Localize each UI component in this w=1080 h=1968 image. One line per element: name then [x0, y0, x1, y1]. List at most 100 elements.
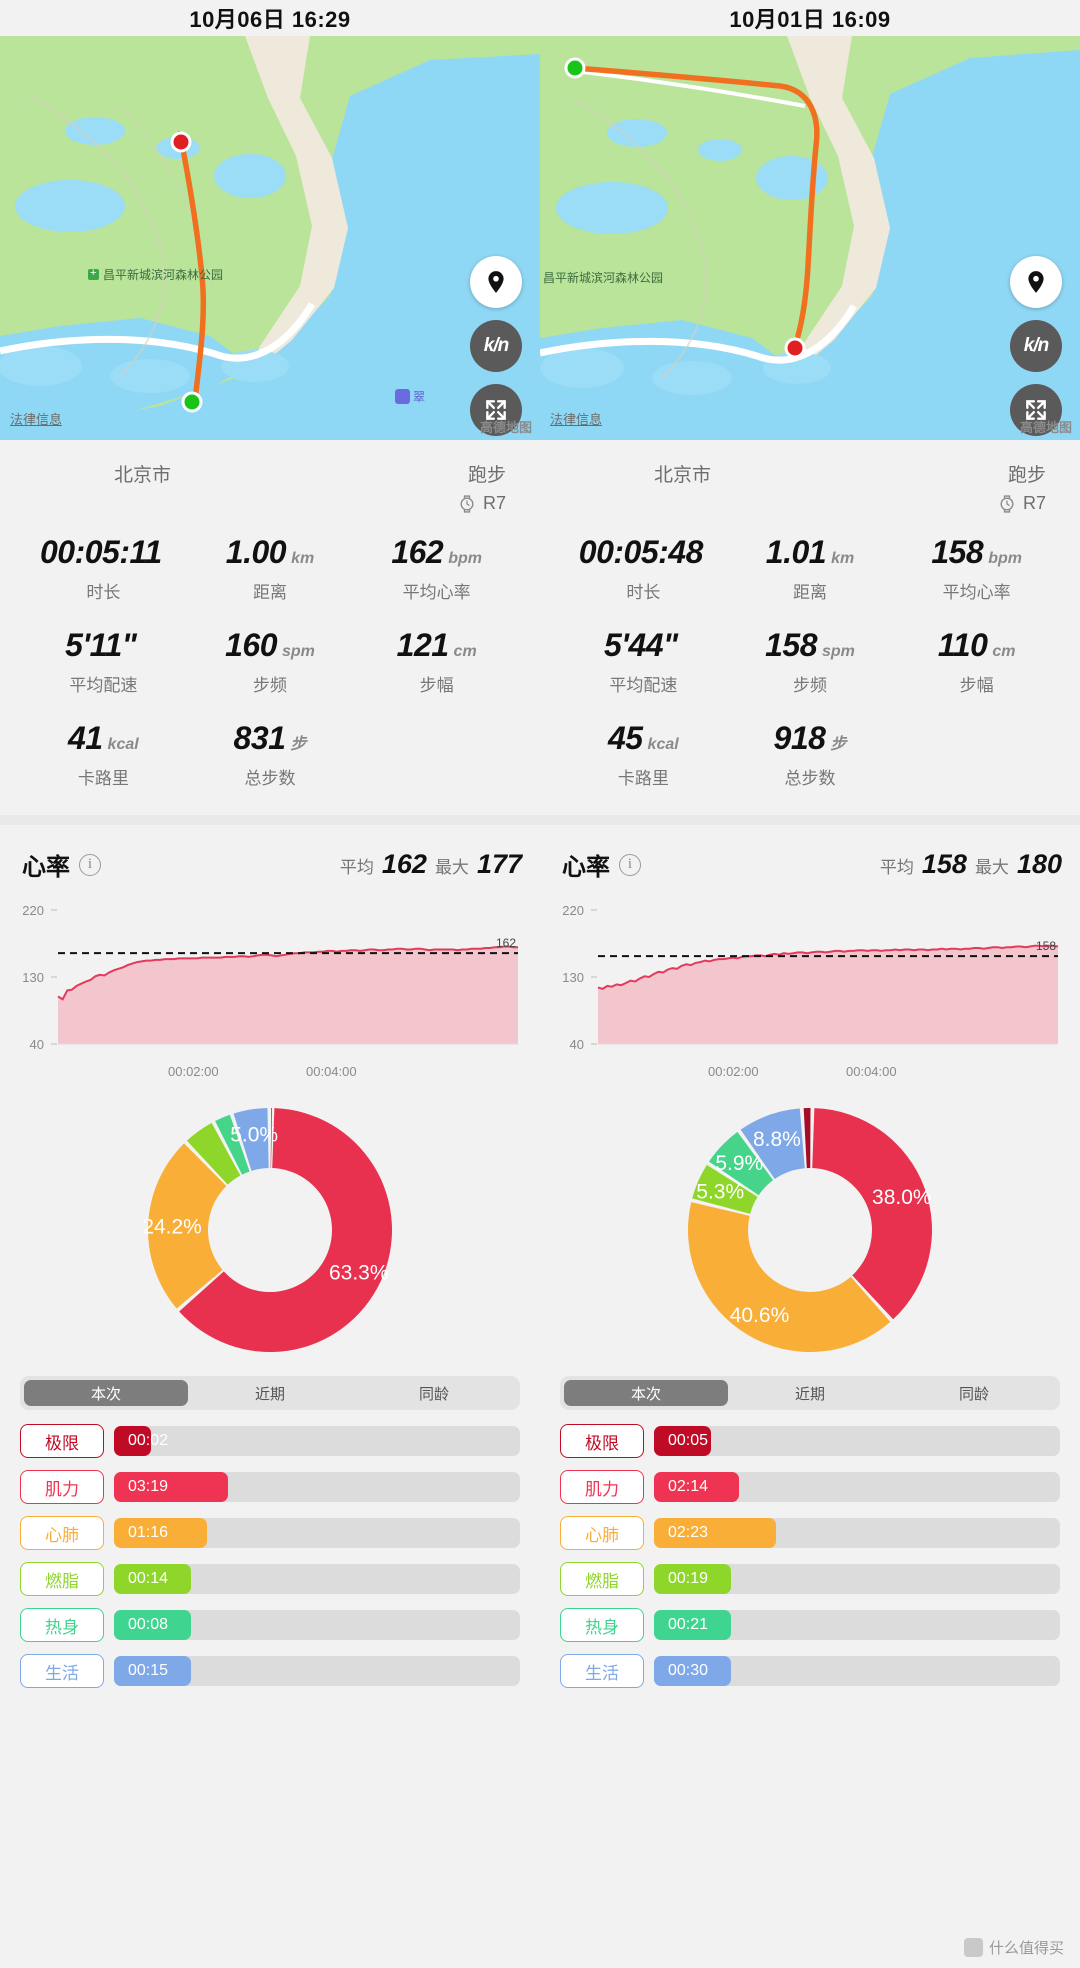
svg-text:5.3%: 5.3% — [696, 1181, 744, 1204]
device-block-right: R7 — [997, 493, 1046, 514]
metric-value: 162 — [391, 534, 444, 570]
metric-label: 距离 — [792, 583, 827, 602]
zone-name-tag: 极限 — [20, 1424, 104, 1458]
metric-value: 121 — [396, 627, 449, 663]
metric-label: 平均心率 — [402, 583, 471, 602]
tab-recent-right[interactable]: 近期 — [728, 1380, 892, 1406]
legal-info-link-right[interactable]: 法律信息 — [550, 409, 602, 428]
locate-button-left[interactable] — [470, 256, 522, 308]
metric-label: 卡路里 — [617, 769, 669, 788]
zone-name-tag: 肌力 — [20, 1470, 104, 1504]
metric-label: 时长 — [86, 583, 121, 602]
zone-panel-left: 本次 近期 同龄 极限 00:02 肌力 03:19 心肺 01:16 燃脂 00:14 热身 0… — [0, 1370, 540, 1702]
tab-recent-left[interactable]: 近期 — [188, 1380, 352, 1406]
hr-zone-donut-left: 63.3% 24.2% 5.0% — [142, 1108, 392, 1352]
zone-name-tag: 心肺 — [560, 1516, 644, 1550]
zone-name-tag: 心肺 — [20, 1516, 104, 1550]
metric-value: 5'44" — [603, 627, 678, 663]
metric-unit: cm — [992, 643, 1016, 660]
metrics-grid-left: 00:05:11 时长 1.00 km 距离 162 bpm 平均心率 5'11" 平均配速… — [0, 520, 540, 789]
device-name-right: R7 — [1022, 493, 1046, 513]
zone-tabs-left: 本次 近期 同龄 — [20, 1376, 520, 1410]
tab-this-session-right[interactable]: 本次 — [564, 1380, 728, 1406]
locate-button-right[interactable] — [1010, 256, 1062, 308]
stats-header-left: 北京市 跑步 R7 — [0, 440, 540, 520]
svg-text:63.3%: 63.3% — [329, 1262, 389, 1285]
svg-text:8.8%: 8.8% — [753, 1128, 801, 1151]
zone-duration-bar: 03:19 — [114, 1472, 228, 1502]
zone-panel-right: 本次 近期 同龄 极限 00:05 肌力 02:14 心肺 02:23 燃脂 00:19 热身 0… — [540, 1370, 1080, 1702]
hr-max-label-left: 最大 — [434, 858, 469, 877]
svg-text:130: 130 — [562, 970, 584, 985]
map-poi-label-right: 昌平新城滨河森林公园 — [540, 269, 663, 286]
zone-name-tag: 热身 — [560, 1608, 644, 1642]
metric-value: 918 — [773, 720, 826, 756]
map-controls-right: k/n — [1010, 256, 1062, 436]
heart-rate-right: 心率 i 平均 158 最大 180 220 130 40 158 00:02:00 … — [540, 825, 1080, 1086]
metric-cell: 158 spm 步频 — [727, 627, 894, 696]
section-divider — [0, 815, 1080, 825]
metric-label: 平均配速 — [69, 676, 138, 695]
zone-row: 热身 00:21 — [560, 1608, 1060, 1642]
hr-max-value-right: 180 — [1016, 849, 1062, 879]
map-controls-left: k/n — [470, 256, 522, 436]
watch-icon — [460, 494, 474, 513]
header-row: 10月06日 16:29 10月01日 16:09 — [0, 0, 1080, 36]
unit-toggle-button-right[interactable]: k/n — [1010, 320, 1062, 372]
legal-info-link-left[interactable]: 法律信息 — [10, 409, 62, 428]
zone-track: 00:30 — [654, 1656, 1060, 1686]
tab-peers-right[interactable]: 同龄 — [892, 1380, 1056, 1406]
metric-unit: km — [291, 550, 315, 567]
metric-cell: 831 步总步数 — [187, 720, 354, 789]
device-name-left: R7 — [482, 493, 506, 513]
metric-unit: kcal — [647, 736, 679, 753]
stats-header-right: 北京市 跑步 R7 — [540, 440, 1080, 520]
zone-track: 00:14 — [114, 1564, 520, 1594]
info-icon[interactable]: i — [79, 853, 101, 876]
hr-xtick: 00:02:00 — [708, 1064, 759, 1079]
zone-track: 00:02 — [114, 1426, 520, 1456]
park-icon — [88, 268, 99, 280]
zone-row: 燃脂 00:19 — [560, 1562, 1060, 1596]
tab-this-session-left[interactable]: 本次 — [24, 1380, 188, 1406]
hr-avg-value-right: 158 — [921, 849, 967, 879]
header-cell-left: 10月06日 16:29 — [0, 0, 540, 36]
zone-track: 00:15 — [114, 1656, 520, 1686]
metric-value: 1.01 — [765, 534, 827, 570]
zone-row: 本次 近期 同龄 极限 00:02 肌力 03:19 心肺 01:16 燃脂 00:14 热身 0… — [0, 1370, 1080, 1702]
map-poi2-label-left: 翠 — [395, 388, 425, 405]
activity-block-right: 跑步 R7 — [997, 460, 1046, 514]
metric-value: 00:05:11 — [39, 534, 162, 570]
zone-duration-bar: 01:16 — [114, 1518, 208, 1548]
zone-track: 03:19 — [114, 1472, 520, 1502]
hr-chart-svg-right: 220 130 40 158 — [562, 903, 1059, 1052]
svg-text:40: 40 — [570, 1037, 584, 1052]
svg-text:5.9%: 5.9% — [715, 1152, 763, 1175]
metric-cell: 00:05:11 时长 — [20, 534, 187, 603]
metric-value: 160 — [225, 627, 277, 663]
heart-rate-header-left: 心率 i 平均 162 最大 177 — [0, 847, 540, 882]
map-left[interactable]: 昌平新城滨河森林公园 翠 k/n — [0, 36, 540, 440]
hr-max-label-right: 最大 — [974, 858, 1009, 877]
metric-unit: spm — [281, 643, 315, 660]
metric-label: 时长 — [626, 583, 661, 602]
map-poi-label-left: 昌平新城滨河森林公园 — [88, 266, 223, 283]
svg-text:220: 220 — [562, 903, 584, 918]
watermark-icon — [963, 1938, 983, 1957]
info-icon[interactable]: i — [619, 853, 641, 876]
zone-name-tag: 燃脂 — [20, 1562, 104, 1596]
comparison-page: 10月06日 16:29 10月01日 16:09 + 昌平新城滨河森林公园 翠… — [0, 0, 1080, 1968]
metric-unit: km — [831, 550, 855, 567]
km-unit-icon: k/n — [483, 335, 509, 356]
unit-toggle-button-left[interactable]: k/n — [470, 320, 522, 372]
zone-duration-bar: 00:14 — [114, 1564, 192, 1594]
heart-rate-title-right: 心率 — [562, 854, 610, 881]
watch-icon — [1000, 494, 1014, 513]
metric-label: 步幅 — [959, 676, 994, 695]
zone-row: 极限 00:02 — [20, 1424, 520, 1458]
svg-text:24.2%: 24.2% — [142, 1216, 202, 1239]
metric-label: 总步数 — [784, 769, 836, 788]
metric-cell: 00:05:48 时长 — [560, 534, 727, 603]
map-right[interactable]: 昌平新城滨河森林公园 k/n 法律信息 高德地图 — [540, 36, 1080, 440]
tab-peers-left[interactable]: 同龄 — [352, 1380, 516, 1406]
